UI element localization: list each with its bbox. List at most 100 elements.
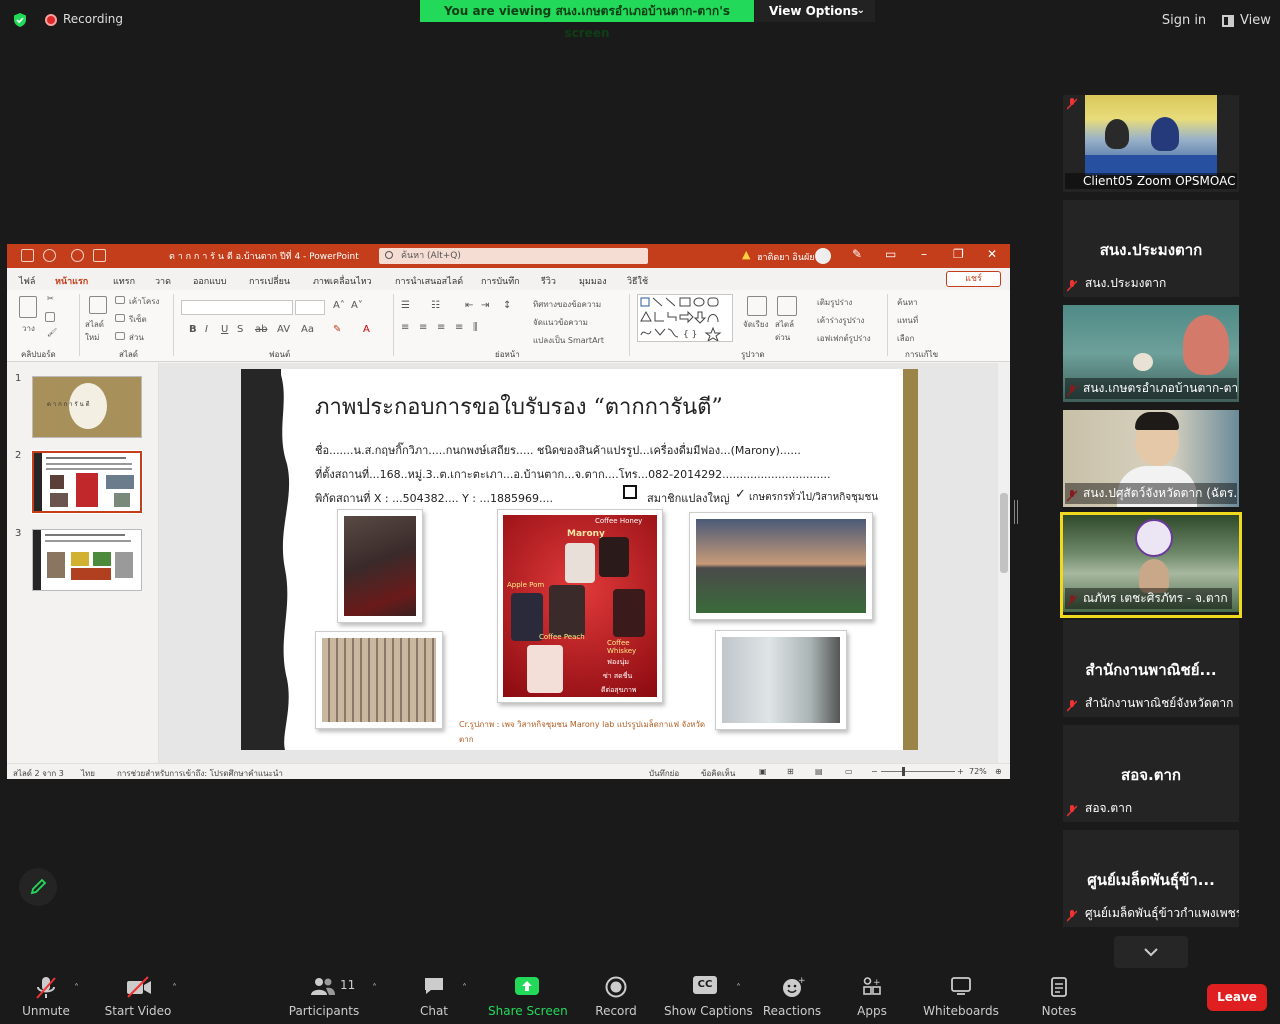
font-size-select[interactable] bbox=[295, 300, 325, 315]
zoom-slider-handle[interactable] bbox=[902, 767, 905, 776]
start-video-button[interactable]: Start Video bbox=[103, 976, 173, 1020]
columns-icon[interactable]: ⫼ bbox=[473, 322, 478, 333]
format-painter-icon[interactable]: 🖌 bbox=[47, 328, 57, 337]
font-color-icon[interactable]: A bbox=[363, 324, 370, 335]
show-captions-button[interactable]: CC Show Captions bbox=[664, 976, 753, 1020]
new-slide-icon[interactable] bbox=[89, 296, 107, 314]
align-left-icon[interactable]: ≡ bbox=[401, 322, 409, 333]
participant-tile[interactable]: Client05 Zoom OPSMOAC bbox=[1063, 95, 1239, 192]
strikethrough-icon[interactable]: ab bbox=[255, 324, 267, 335]
reading-view-icon[interactable]: ▤ bbox=[815, 767, 823, 776]
participant-tile[interactable]: สนง.เกษตรอำเภอบ้านตาก-ตาก bbox=[1063, 305, 1239, 402]
quick-styles-label[interactable]: สไตล์ด่วน bbox=[775, 318, 803, 344]
annotate-button[interactable] bbox=[19, 868, 57, 906]
ppt-share-button[interactable]: แชร์ bbox=[946, 271, 1001, 287]
language[interactable]: ไทย bbox=[81, 767, 95, 779]
layout-button[interactable]: เค้าโครง bbox=[129, 295, 159, 308]
text-direction-button[interactable]: ทิศทางของข้อความ bbox=[533, 298, 601, 311]
normal-view-icon[interactable]: ▣ bbox=[759, 767, 767, 776]
zoom-in-icon[interactable]: + bbox=[957, 767, 964, 776]
captions-options-caret[interactable]: ˄ bbox=[736, 983, 741, 994]
current-slide[interactable]: ภาพประกอบการขอใบรับรอง “ตากการันตี” ชื่อ… bbox=[241, 369, 918, 750]
align-center-icon[interactable]: ≡ bbox=[419, 322, 427, 333]
participant-tile[interactable]: สนง.ประมงตาก สนง.ประมงตาก bbox=[1063, 200, 1239, 297]
section-button[interactable]: ส่วน bbox=[129, 331, 144, 344]
participant-tile[interactable]: สอจ.ตาก สอจ.ตาก bbox=[1063, 725, 1239, 822]
shrink-font-icon[interactable]: A˅ bbox=[351, 300, 363, 311]
share-screen-button[interactable]: Share Screen bbox=[488, 976, 568, 1020]
sign-in-button[interactable]: Sign in bbox=[1158, 10, 1210, 32]
chat-options-caret[interactable]: ˄ bbox=[462, 983, 467, 994]
scrollbar-thumb[interactable] bbox=[1000, 493, 1008, 573]
ribbon-display-icon[interactable]: ▭ bbox=[885, 247, 896, 261]
align-text-button[interactable]: จัดแนวข้อความ bbox=[533, 316, 588, 329]
avatar[interactable] bbox=[815, 248, 831, 264]
panel-resize-handle[interactable] bbox=[1014, 500, 1018, 524]
maximize-icon[interactable]: ❐ bbox=[953, 247, 964, 261]
tab-view[interactable]: มุมมอง bbox=[579, 274, 607, 288]
video-options-caret[interactable]: ˄ bbox=[172, 983, 177, 994]
apps-button[interactable]: + Apps bbox=[850, 976, 894, 1020]
copy-icon[interactable] bbox=[45, 312, 55, 322]
slideshow-icon[interactable]: ▭ bbox=[845, 767, 853, 776]
italic-icon[interactable]: I bbox=[205, 324, 208, 335]
ppt-search-box[interactable]: ค้นหา (Alt+Q) bbox=[379, 248, 648, 264]
accessibility-status[interactable]: การช่วยสำหรับการเข้าถึง: โปรดศึกษาคำแนะน… bbox=[117, 767, 283, 779]
zoom-slider[interactable] bbox=[881, 771, 955, 772]
slide-editor-area[interactable]: ภาพประกอบการขอใบรับรอง “ตากการันตี” ชื่อ… bbox=[159, 363, 1010, 763]
participant-tile[interactable]: สำนักงานพาณิชย์... สำนักงานพาณิชย์จังหวั… bbox=[1063, 620, 1239, 717]
bold-icon[interactable]: B bbox=[189, 324, 197, 335]
view-options-button[interactable]: View Options ⌄ bbox=[755, 0, 875, 22]
record-button[interactable]: Record bbox=[590, 976, 642, 1020]
chat-button[interactable]: Chat bbox=[410, 976, 458, 1020]
arrange-icon[interactable] bbox=[747, 296, 767, 316]
tab-insert[interactable]: แทรก bbox=[113, 274, 135, 288]
participants-button[interactable]: 11 Participants bbox=[288, 976, 360, 1020]
comments-button[interactable]: ข้อคิดเห็น bbox=[701, 767, 735, 779]
smartart-button[interactable]: แปลงเป็น SmartArt bbox=[533, 334, 604, 347]
shape-effects-button[interactable]: เอฟเฟกต์รูปร่าง bbox=[817, 332, 871, 345]
new-slide-label[interactable]: สไลด์ใหม่ bbox=[85, 318, 113, 344]
change-case-icon[interactable]: Aa bbox=[301, 324, 314, 335]
present-icon[interactable] bbox=[93, 249, 106, 262]
replace-button[interactable]: แทนที่ bbox=[897, 314, 918, 327]
tab-review[interactable]: รีวิว bbox=[541, 274, 556, 288]
select-button[interactable]: เลือก bbox=[897, 332, 914, 345]
undo-icon[interactable] bbox=[43, 249, 56, 262]
fit-slide-icon[interactable]: ⊕ bbox=[995, 767, 1002, 776]
find-button[interactable]: ค้นหา bbox=[897, 296, 918, 309]
underline-icon[interactable]: U bbox=[221, 324, 228, 335]
shape-outline-button[interactable]: เค้าร่างรูปร่าง bbox=[817, 314, 864, 327]
slide-vertical-scrollbar[interactable] bbox=[998, 363, 1010, 763]
reset-button[interactable]: รีเซ็ต bbox=[129, 313, 147, 326]
arrange-label[interactable]: จัดเรียง bbox=[743, 318, 773, 331]
font-name-select[interactable] bbox=[181, 300, 293, 315]
cut-icon[interactable]: ✂ bbox=[47, 294, 54, 303]
notes-button[interactable]: บันทึกย่อ bbox=[649, 767, 679, 779]
char-spacing-icon[interactable]: AV bbox=[277, 324, 290, 335]
tab-animations[interactable]: ภาพเคลื่อนไหว bbox=[313, 274, 372, 288]
participant-tile[interactable]: ศูนย์เมล็ดพันธุ์ข้า... ศูนย์เมล็ดพันธุ์ข… bbox=[1063, 830, 1239, 927]
slide-thumbnail-2[interactable] bbox=[31, 450, 143, 514]
save-icon[interactable] bbox=[21, 249, 34, 262]
numbering-icon[interactable]: ☷ bbox=[431, 300, 440, 311]
view-button[interactable]: View bbox=[1216, 10, 1272, 32]
redo-icon[interactable] bbox=[71, 249, 84, 262]
shape-fill-button[interactable]: เติมรูปร่าง bbox=[817, 296, 852, 309]
whiteboards-button[interactable]: Whiteboards bbox=[922, 976, 1000, 1020]
close-icon[interactable]: ✕ bbox=[987, 247, 997, 261]
leave-button[interactable]: Leave bbox=[1207, 984, 1267, 1011]
audio-options-caret[interactable]: ˄ bbox=[74, 983, 79, 994]
increase-indent-icon[interactable]: ⇥ bbox=[481, 300, 489, 311]
slide-thumbnail-1[interactable]: ต า ก ก า รั น ตี bbox=[32, 376, 142, 438]
tab-draw[interactable]: วาด bbox=[155, 274, 171, 288]
line-spacing-icon[interactable]: ↕ bbox=[503, 300, 511, 311]
bullets-icon[interactable]: ☰ bbox=[401, 300, 410, 311]
shadow-icon[interactable]: S bbox=[237, 324, 243, 335]
recording-label[interactable]: Recording bbox=[63, 12, 123, 26]
minimize-icon[interactable]: – bbox=[921, 247, 927, 261]
tab-help[interactable]: วิธีใช้ bbox=[627, 274, 648, 288]
align-right-icon[interactable]: ≡ bbox=[437, 322, 445, 333]
tab-file[interactable]: ไฟล์ bbox=[19, 274, 35, 288]
participants-options-caret[interactable]: ˄ bbox=[372, 983, 377, 994]
